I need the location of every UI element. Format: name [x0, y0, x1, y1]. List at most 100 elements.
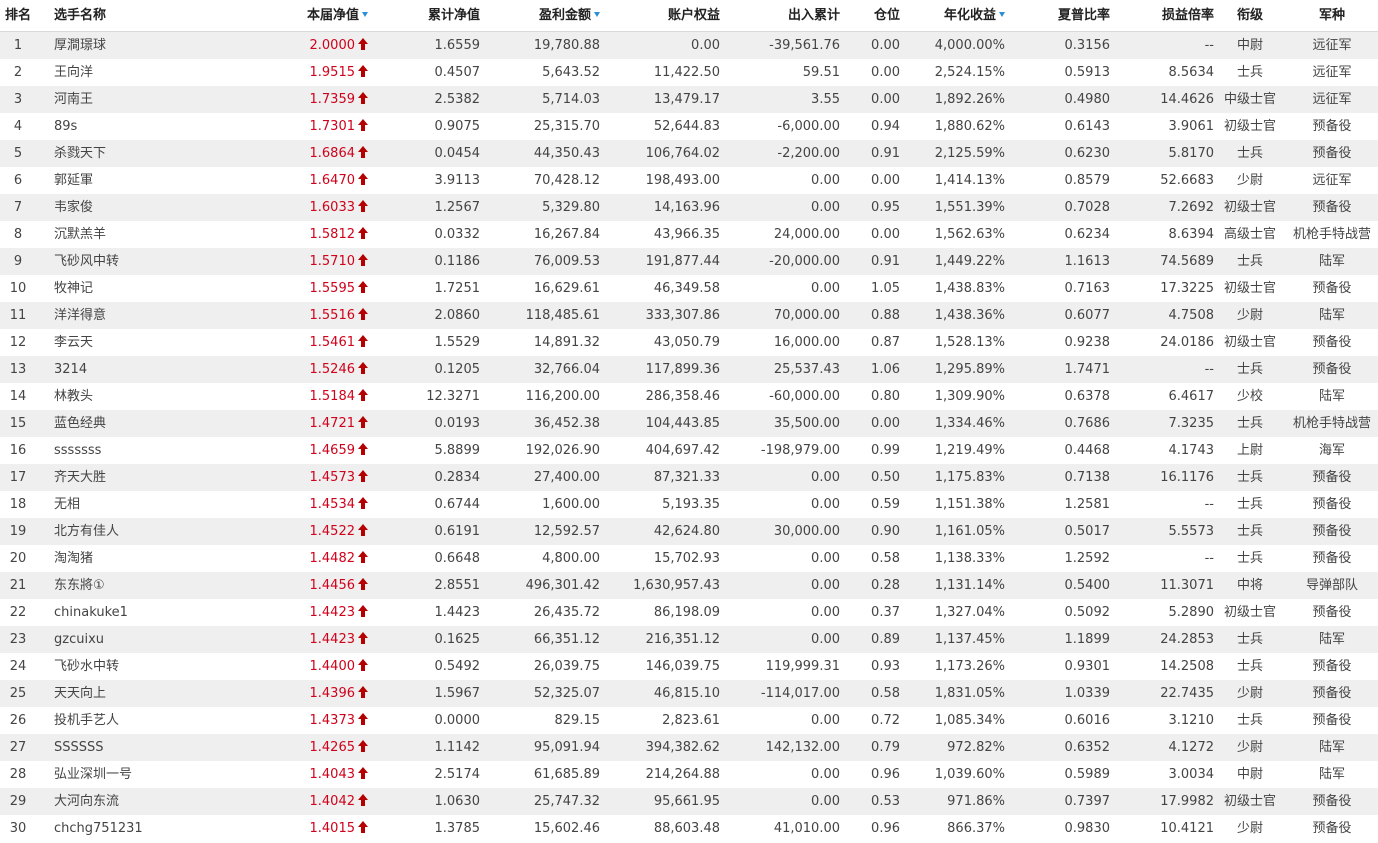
player-name[interactable]: 李云天	[36, 329, 252, 356]
table-row[interactable]: 1 厚澗璟球 2.0000 1.6559 19,780.88 0.00 -39,561.76…	[0, 32, 1378, 59]
military-rank: 少校	[1236, 389, 1263, 404]
header-rank: 排名	[4, 7, 31, 23]
profit-amount: 116,200.00	[525, 389, 600, 404]
table-row[interactable]: 12 李云天 1.5461 1.5529 14,891.32 43,050.79 16,00…	[0, 329, 1378, 356]
player-name[interactable]: 韦家俊	[36, 194, 252, 221]
net-value: 1.4659	[252, 437, 372, 464]
player-name[interactable]: SSSSSS	[36, 734, 252, 761]
military-rank: 士兵	[1236, 659, 1263, 674]
header-net-value[interactable]: 本届净值	[252, 0, 372, 32]
annual-return: 1,138.33%	[934, 551, 1005, 566]
sharpe-ratio: 0.7028	[1064, 200, 1111, 215]
rank-cell: 9	[13, 254, 23, 269]
table-row[interactable]: 22 chinakuke1 1.4423 1.4423 26,435.72 86,198.…	[0, 599, 1378, 626]
player-name[interactable]: 王向洋	[36, 59, 252, 86]
table-row[interactable]: 4 89s 1.7301 0.9075 25,315.70 52,644.83 -6,000…	[0, 113, 1378, 140]
flow-total: 16,000.00	[773, 335, 840, 350]
table-row[interactable]: 17 齐天大胜 1.4573 0.2834 27,400.00 87,321.33 0.00…	[0, 464, 1378, 491]
table-row[interactable]: 8 沉默羔羊 1.5812 0.0332 16,267.84 43,966.35 24,00…	[0, 221, 1378, 248]
table-row[interactable]: 6 郭延軍 1.6470 3.9113 70,428.12 198,493.00 0.00 0…	[0, 167, 1378, 194]
pl-ratio: 10.4121	[1160, 821, 1214, 836]
table-row[interactable]: 21 东东將① 1.4456 2.8551 496,301.42 1,630,957.43…	[0, 572, 1378, 599]
table-row[interactable]: 27 SSSSSS 1.4265 1.1142 95,091.94 394,382.62 1…	[0, 734, 1378, 761]
player-name[interactable]: 投机手艺人	[36, 707, 252, 734]
header-annual-return[interactable]: 年化收益	[900, 0, 1005, 32]
rank-cell: 14	[9, 389, 27, 404]
player-name[interactable]: 弘业深圳一号	[36, 761, 252, 788]
player-name[interactable]: 河南王	[36, 86, 252, 113]
player-name[interactable]: 郭延軍	[36, 167, 252, 194]
table-row[interactable]: 20 淘淘猪 1.4482 0.6648 4,800.00 15,702.93 0.00 0.…	[0, 545, 1378, 572]
table-row[interactable]: 7 韦家俊 1.6033 1.2567 5,329.80 14,163.96 0.00 0.9…	[0, 194, 1378, 221]
table-row[interactable]: 16 sssssss 1.4659 5.8899 192,026.90 404,697.4…	[0, 437, 1378, 464]
position: 0.00	[871, 416, 900, 431]
military-rank: 少尉	[1236, 173, 1263, 188]
branch: 预备役	[1312, 281, 1352, 296]
player-name[interactable]: 林教头	[36, 383, 252, 410]
player-name[interactable]: 牧神记	[36, 275, 252, 302]
player-name[interactable]: 无相	[36, 491, 252, 518]
table-row[interactable]: 9 飞砂风中转 1.5710 0.1186 76,009.53 191,877.44 -20…	[0, 248, 1378, 275]
table-row[interactable]: 30 chchg751231 1.4015 1.3785 15,602.46 88,603…	[0, 815, 1378, 842]
player-name[interactable]: 厚澗璟球	[36, 32, 252, 59]
header-profit-label: 盈利金额	[538, 7, 591, 23]
player-name[interactable]: 飞砂水中转	[36, 653, 252, 680]
player-name[interactable]: 天天向上	[36, 680, 252, 707]
account-equity: 333,307.86	[645, 308, 720, 323]
player-name[interactable]: 北方有佳人	[36, 518, 252, 545]
table-row[interactable]: 28 弘业深圳一号 1.4043 2.5174 61,685.89 214,264.88 0…	[0, 761, 1378, 788]
player-name[interactable]: chinakuke1	[36, 599, 252, 626]
player-name[interactable]: 3214	[36, 356, 252, 383]
annual-return: 1,175.83%	[934, 470, 1005, 485]
table-row[interactable]: 10 牧神记 1.5595 1.7251 16,629.61 46,349.58 0.00 1…	[0, 275, 1378, 302]
table-row[interactable]: 2 王向洋 1.9515 0.4507 5,643.52 11,422.50 59.51 0.…	[0, 59, 1378, 86]
up-arrow-icon	[358, 254, 368, 266]
player-name[interactable]: 洋洋得意	[36, 302, 252, 329]
player-name[interactable]: 杀戮天下	[36, 140, 252, 167]
account-equity: 46,349.58	[653, 281, 720, 296]
cumulative-net: 1.3785	[434, 821, 481, 836]
table-row[interactable]: 23 gzcuixu 1.4423 0.1625 66,351.12 216,351.12…	[0, 626, 1378, 653]
net-value-text: 1.6470	[309, 173, 356, 188]
table-row[interactable]: 13 3214 1.5246 0.1205 32,766.04 117,899.36 25,…	[0, 356, 1378, 383]
player-name[interactable]: 东东將①	[36, 572, 252, 599]
player-name[interactable]: 蓝色经典	[36, 410, 252, 437]
table-row[interactable]: 15 蓝色经典 1.4721 0.0193 36,452.38 104,443.85 35,…	[0, 410, 1378, 437]
player-name[interactable]: 齐天大胜	[36, 464, 252, 491]
player-name[interactable]: 89s	[36, 113, 252, 140]
header-profit[interactable]: 盈利金额	[480, 0, 600, 32]
table-row[interactable]: 29 大河向东流 1.4042 1.0630 25,747.32 95,661.95 0.0…	[0, 788, 1378, 815]
sharpe-ratio: 0.3156	[1064, 38, 1111, 53]
player-name[interactable]: 大河向东流	[36, 788, 252, 815]
table-row[interactable]: 26 投机手艺人 1.4373 0.0000 829.15 2,823.61 0.00 0.7…	[0, 707, 1378, 734]
sort-desc-icon[interactable]	[594, 11, 600, 17]
net-value: 1.9515	[252, 59, 372, 86]
player-name[interactable]: 淘淘猪	[36, 545, 252, 572]
profit-amount: 26,039.75	[533, 659, 600, 674]
table-row[interactable]: 5 杀戮天下 1.6864 0.0454 44,350.43 106,764.02 -2,2…	[0, 140, 1378, 167]
net-value-text: 1.4534	[309, 497, 356, 512]
table-row[interactable]: 3 河南王 1.7359 2.5382 5,714.03 13,479.17 3.55 0.0…	[0, 86, 1378, 113]
sort-desc-icon[interactable]	[362, 11, 368, 17]
table-row[interactable]: 25 天天向上 1.4396 1.5967 52,325.07 46,815.10 -114…	[0, 680, 1378, 707]
table-row[interactable]: 19 北方有佳人 1.4522 0.6191 12,592.57 42,624.80 30,…	[0, 518, 1378, 545]
flow-total: -114,017.00	[760, 686, 840, 701]
table-row[interactable]: 14 林教头 1.5184 12.3271 116,200.00 286,358.46 -6…	[0, 383, 1378, 410]
branch: 预备役	[1312, 497, 1352, 512]
player-name[interactable]: gzcuixu	[36, 626, 252, 653]
net-value: 1.4534	[252, 491, 372, 518]
table-row[interactable]: 18 无相 1.4534 0.6744 1,600.00 5,193.35 0.00 0.59…	[0, 491, 1378, 518]
military-rank: 初级士官	[1223, 200, 1276, 215]
player-name[interactable]: chchg751231	[36, 815, 252, 842]
sharpe-ratio: 1.1899	[1064, 632, 1111, 647]
sort-desc-icon[interactable]	[999, 11, 1005, 17]
player-name[interactable]: sssssss	[36, 437, 252, 464]
table-row[interactable]: 11 洋洋得意 1.5516 2.0860 118,485.61 333,307.86 70…	[0, 302, 1378, 329]
pl-ratio: 4.7508	[1168, 308, 1215, 323]
rank-cell: 11	[9, 308, 27, 323]
annual-return: 2,125.59%	[934, 146, 1005, 161]
player-name[interactable]: 沉默羔羊	[36, 221, 252, 248]
player-name[interactable]: 飞砂风中转	[36, 248, 252, 275]
position: 0.99	[871, 443, 900, 458]
table-row[interactable]: 24 飞砂水中转 1.4400 0.5492 26,039.75 146,039.75 11…	[0, 653, 1378, 680]
